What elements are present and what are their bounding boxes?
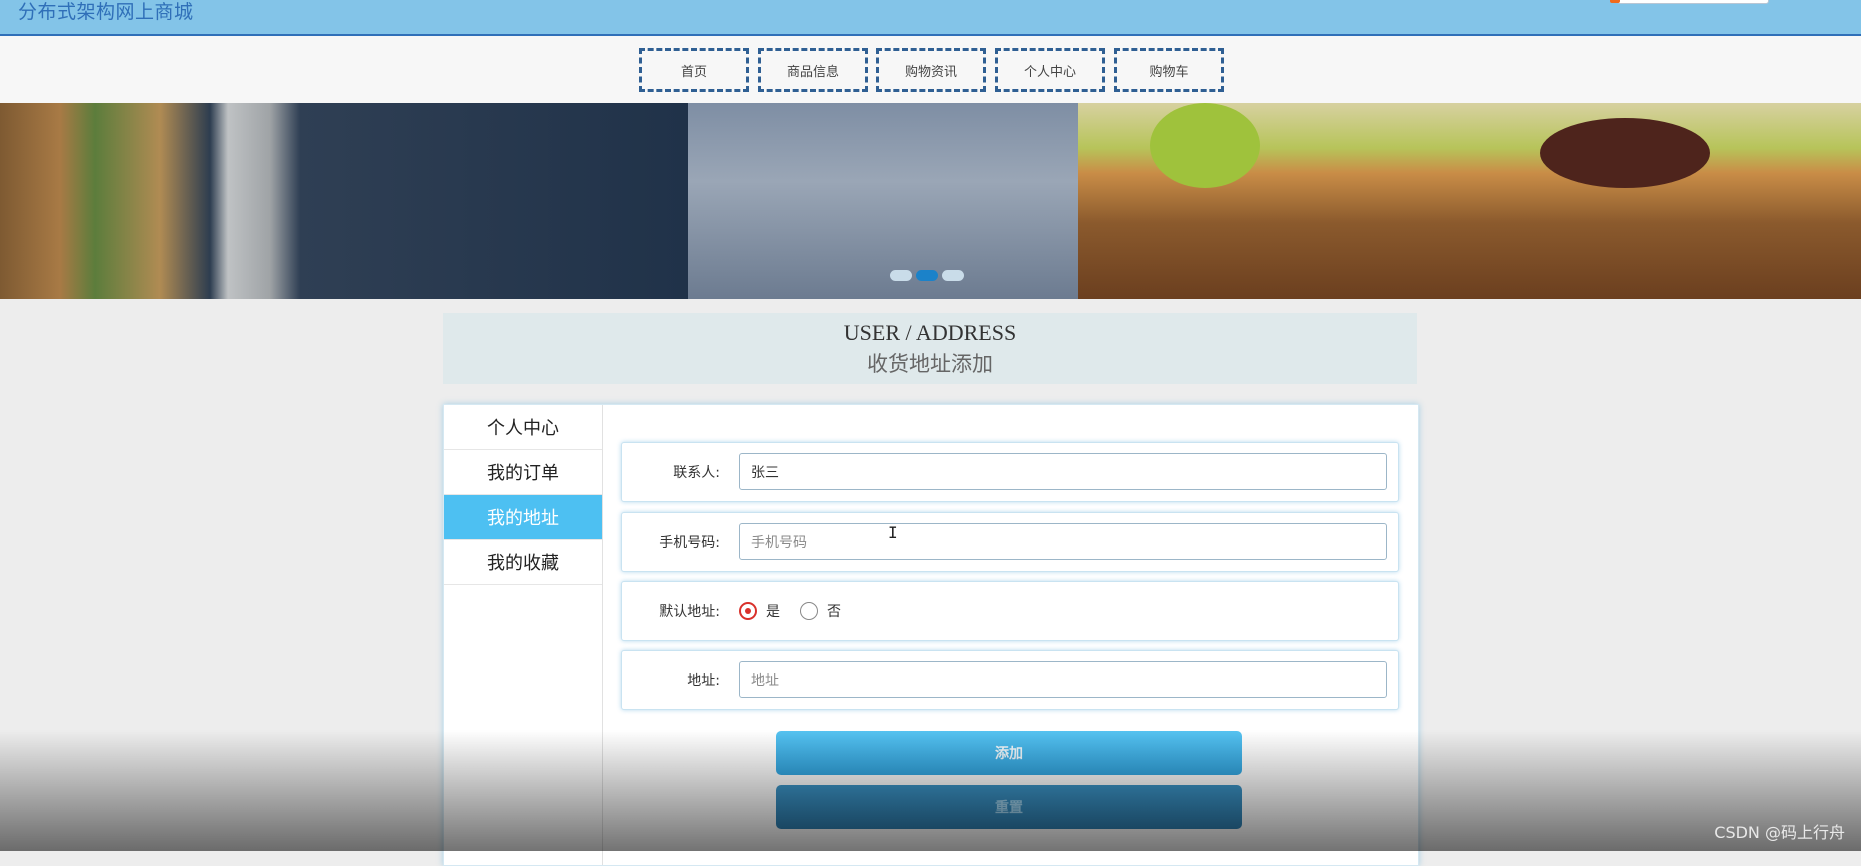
address-label: 地址: (687, 673, 720, 689)
address-input[interactable]: 地址 (739, 661, 1387, 698)
sidebar-item-favorites[interactable]: 我的收藏 (444, 540, 602, 585)
default-address-radio-group: 是 否 (739, 582, 861, 640)
watermark: CSDN @码上行舟 (1714, 823, 1845, 842)
carousel-dot[interactable] (942, 270, 964, 281)
banner-carousel[interactable] (0, 103, 1861, 299)
section-header: USER / ADDRESS 收货地址添加 (443, 313, 1417, 384)
contact-input[interactable]: 张三 (739, 453, 1387, 490)
add-button[interactable]: 添加 (776, 731, 1242, 775)
radio-yes[interactable] (739, 602, 757, 620)
top-bar: 分布式架构网上商城 (0, 0, 1861, 36)
contact-label: 联系人: (673, 465, 720, 481)
form-row-default-address: 默认地址: 是 否 (621, 581, 1399, 641)
nav-news[interactable]: 购物资讯 (876, 48, 986, 92)
nav-products[interactable]: 商品信息 (758, 48, 868, 92)
user-icon (1610, 0, 1620, 3)
form-row-contact: 联系人: 张三 (621, 442, 1399, 502)
form-row-address: 地址: 地址 (621, 650, 1399, 710)
radio-yes-label[interactable]: 是 (766, 601, 780, 621)
banner-greens (1150, 103, 1260, 188)
section-title-cn: 收货地址添加 (867, 352, 993, 376)
banner-image-left (0, 103, 688, 299)
carousel-dot-active[interactable] (916, 270, 938, 281)
banner-olive (1540, 118, 1710, 188)
sidebar-item-address[interactable]: 我的地址 (444, 495, 602, 540)
default-address-label: 默认地址: (659, 604, 720, 620)
text-cursor-icon: I (888, 523, 898, 542)
nav-cart[interactable]: 购物车 (1114, 48, 1224, 92)
sidebar-item-orders[interactable]: 我的订单 (444, 450, 602, 495)
radio-no-label[interactable]: 否 (827, 601, 841, 621)
phone-label: 手机号码: (659, 535, 720, 551)
radio-no[interactable] (800, 602, 818, 620)
site-title: 分布式架构网上商城 (18, 1, 194, 23)
main-nav: 首页 商品信息 购物资讯 个人中心 购物车 (0, 36, 1861, 103)
section-title-en: USER / ADDRESS (843, 320, 1017, 345)
form-row-phone: 手机号码: 手机号码 (621, 512, 1399, 572)
sidebar-item-user-center[interactable]: 个人中心 (444, 405, 602, 450)
user-sidebar: 个人中心 我的订单 我的地址 我的收藏 (444, 405, 603, 865)
banner-image-wood (688, 103, 1078, 299)
carousel-indicators (890, 270, 964, 282)
nav-user-center[interactable]: 个人中心 (995, 48, 1105, 92)
carousel-dot[interactable] (890, 270, 912, 281)
content-panel: 个人中心 我的订单 我的地址 我的收藏 联系人: 张三 手机号码: 手机号码 默… (443, 404, 1419, 866)
phone-input[interactable]: 手机号码 (739, 523, 1387, 560)
nav-home[interactable]: 首页 (639, 48, 749, 92)
account-widget[interactable] (1610, 0, 1769, 4)
reset-button[interactable]: 重置 (776, 785, 1242, 829)
